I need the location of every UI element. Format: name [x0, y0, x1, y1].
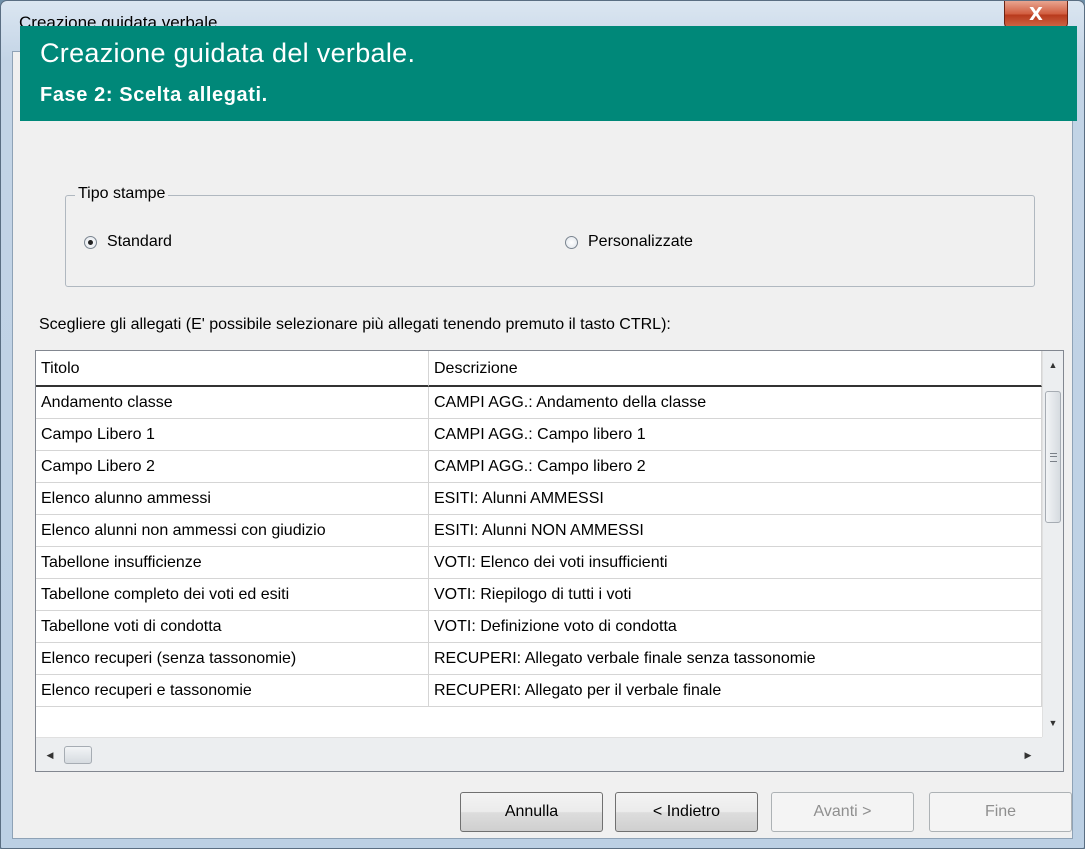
table-row[interactable]: Campo Libero 1 CAMPI AGG.: Campo libero 1	[36, 419, 1042, 451]
row-title: Elenco alunno ammessi	[36, 483, 429, 515]
row-description: VOTI: Riepilogo di tutti i voti	[429, 579, 1042, 611]
horizontal-scrollbar[interactable]: ◀ ▶	[36, 737, 1042, 771]
finish-button[interactable]: Fine	[929, 792, 1072, 832]
vertical-scroll-thumb[interactable]	[1045, 391, 1061, 523]
row-description: CAMPI AGG.: Campo libero 2	[429, 451, 1042, 483]
close-button[interactable]: X	[1004, 1, 1068, 29]
scroll-right-icon[interactable]: ▶	[1018, 745, 1038, 765]
grip-icon	[1049, 452, 1057, 462]
scrollbar-corner	[1042, 737, 1063, 771]
table-row[interactable]: Tabellone voti di condotta VOTI: Definizi…	[36, 611, 1042, 643]
column-header-descrizione[interactable]: Descrizione	[429, 351, 1042, 387]
banner-title: Creazione guidata del verbale.	[40, 38, 416, 68]
row-description: VOTI: Elenco dei voti insufficienti	[429, 547, 1042, 579]
list-header: Titolo Descrizione	[36, 351, 1042, 387]
column-header-titolo[interactable]: Titolo	[36, 351, 429, 387]
row-title: Elenco alunni non ammessi con giudizio	[36, 515, 429, 547]
radio-personalizzate[interactable]: Personalizzate	[565, 233, 693, 251]
row-description: VOTI: Definizione voto di condotta	[429, 611, 1042, 643]
dialog-window: Creazione guidata verbale X Creazione gu…	[0, 0, 1085, 849]
close-icon: X	[1029, 4, 1043, 25]
row-title: Tabellone completo dei voti ed esiti	[36, 579, 429, 611]
row-title: Elenco recuperi (senza tassonomie)	[36, 643, 429, 675]
table-row[interactable]: Tabellone insufficienze VOTI: Elenco dei …	[36, 547, 1042, 579]
row-title: Elenco recuperi e tassonomie	[36, 675, 429, 707]
print-type-group: Tipo stampe Standard Personalizzate	[65, 185, 1035, 287]
row-description: ESITI: Alunni AMMESSI	[429, 483, 1042, 515]
row-description: RECUPERI: Allegato verbale finale senza …	[429, 643, 1042, 675]
row-title: Tabellone insufficienze	[36, 547, 429, 579]
radio-personalizzate-label: Personalizzate	[588, 233, 693, 250]
next-button[interactable]: Avanti >	[771, 792, 914, 832]
radio-personalizzate-indicator[interactable]	[565, 235, 578, 249]
row-title: Campo Libero 2	[36, 451, 429, 483]
radio-standard-label: Standard	[107, 233, 172, 250]
row-description: CAMPI AGG.: Campo libero 1	[429, 419, 1042, 451]
banner-subtitle: Fase 2: Scelta allegati.	[40, 84, 268, 106]
instruction-text: Scegliere gli allegati (E' possibile sel…	[39, 316, 671, 333]
row-description: CAMPI AGG.: Andamento della classe	[429, 387, 1042, 419]
table-row[interactable]: Campo Libero 2 CAMPI AGG.: Campo libero 2	[36, 451, 1042, 483]
scroll-left-icon[interactable]: ◀	[40, 745, 60, 765]
table-row[interactable]: Elenco recuperi e tassonomie RECUPERI: Al…	[36, 675, 1042, 707]
row-title: Campo Libero 1	[36, 419, 429, 451]
vertical-scrollbar[interactable]: ▲ ▼	[1042, 351, 1063, 737]
print-type-legend: Tipo stampe	[75, 185, 169, 203]
scroll-up-icon[interactable]: ▲	[1043, 355, 1063, 375]
list-body: Andamento classe CAMPI AGG.: Andamento de…	[36, 387, 1042, 707]
table-row[interactable]: Elenco alunni non ammessi con giudizio ES…	[36, 515, 1042, 547]
table-row[interactable]: Elenco recuperi (senza tassonomie) RECUPE…	[36, 643, 1042, 675]
row-title: Tabellone voti di condotta	[36, 611, 429, 643]
horizontal-scroll-thumb[interactable]	[64, 746, 92, 764]
wizard-banner: Creazione guidata del verbale. Fase 2: S…	[20, 26, 1077, 121]
table-row[interactable]: Tabellone completo dei voti ed esiti VOTI…	[36, 579, 1042, 611]
radio-standard[interactable]: Standard	[84, 233, 172, 251]
back-button[interactable]: < Indietro	[615, 792, 758, 832]
cancel-button[interactable]: Annulla	[460, 792, 603, 832]
scroll-down-icon[interactable]: ▼	[1043, 713, 1063, 733]
radio-standard-indicator[interactable]	[84, 235, 97, 249]
table-row[interactable]: Elenco alunno ammessi ESITI: Alunni AMMES…	[36, 483, 1042, 515]
row-description: ESITI: Alunni NON AMMESSI	[429, 515, 1042, 547]
row-description: RECUPERI: Allegato per il verbale finale	[429, 675, 1042, 707]
table-row[interactable]: Andamento classe CAMPI AGG.: Andamento de…	[36, 387, 1042, 419]
attachments-list[interactable]: Titolo Descrizione Andamento classe CAMPI…	[35, 350, 1064, 772]
row-title: Andamento classe	[36, 387, 429, 419]
